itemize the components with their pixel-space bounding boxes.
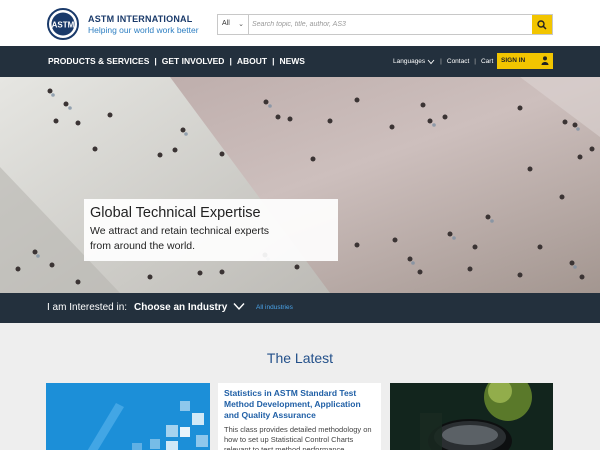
industry-label: I am Interested in: xyxy=(47,302,128,313)
latest-section-title: The Latest xyxy=(266,350,334,366)
chevron-down-icon[interactable] xyxy=(233,302,245,311)
nav-get-involved[interactable]: GET INVOLVED xyxy=(162,56,225,66)
nav-main-links: PRODUCTS & SERVICES | GET INVOLVED | ABO… xyxy=(48,56,305,66)
industry-selector-bar: I am Interested in: Choose an Industry A… xyxy=(0,293,600,323)
logo-name[interactable]: ASTM INTERNATIONAL xyxy=(88,14,192,24)
site-header: ASTM ASTM INTERNATIONAL Helping our worl… xyxy=(0,0,600,46)
nav-about[interactable]: ABOUT xyxy=(237,56,267,66)
industry-dropdown[interactable]: Choose an Industry xyxy=(134,302,227,313)
svg-text:ASTM: ASTM xyxy=(52,21,75,30)
card-image-statistics[interactable] xyxy=(46,383,210,450)
all-industries-link[interactable]: All industries xyxy=(256,304,293,311)
hero-subtitle-line: from around the world. xyxy=(90,240,196,252)
nav-separator: | xyxy=(272,56,275,66)
hero-title: Global Technical Expertise xyxy=(90,205,261,221)
logo-tagline: Helping our world work better xyxy=(88,25,199,35)
card-image-lab[interactable] xyxy=(390,383,553,450)
lab-photo-image xyxy=(390,383,553,450)
nav-separator: | xyxy=(154,56,157,66)
card-title[interactable]: Statistics in ASTM Standard Test Method … xyxy=(224,388,375,421)
languages-menu[interactable]: Languages xyxy=(393,58,425,65)
abstract-blue-image xyxy=(46,383,210,450)
nav-utility-links: Languages | Contact | Cart xyxy=(393,58,493,65)
nav-separator: | xyxy=(440,58,442,65)
search-bar: All ⌄ xyxy=(217,14,553,35)
nav-separator: | xyxy=(474,58,476,65)
nav-separator: | xyxy=(229,56,232,66)
sign-in-button[interactable]: SIGN IN xyxy=(497,53,553,69)
card-statistics[interactable]: Statistics in ASTM Standard Test Method … xyxy=(218,383,381,450)
sign-in-label: SIGN IN xyxy=(501,57,526,64)
hero-subtitle-line: We attract and retain technical experts xyxy=(90,225,269,237)
hero-text-box: Global Technical Expertise We attract an… xyxy=(84,199,338,261)
nav-news[interactable]: NEWS xyxy=(279,56,305,66)
chevron-down-icon xyxy=(427,59,435,64)
search-icon xyxy=(537,19,547,30)
user-icon xyxy=(541,56,549,65)
search-category-value: All xyxy=(222,20,230,27)
hero-banner: Global Technical Expertise We attract an… xyxy=(0,77,600,293)
search-input[interactable] xyxy=(252,17,527,32)
contact-link[interactable]: Contact xyxy=(447,58,469,65)
hero-subtitle: We attract and retain technical experts … xyxy=(90,224,338,254)
cart-link[interactable]: Cart xyxy=(481,58,493,65)
nav-products-services[interactable]: PRODUCTS & SERVICES xyxy=(48,56,149,66)
astm-logo-icon[interactable]: ASTM xyxy=(46,8,80,40)
search-button[interactable] xyxy=(532,15,552,34)
chevron-down-icon: ⌄ xyxy=(238,21,244,28)
search-category-select[interactable]: All ⌄ xyxy=(218,15,249,34)
card-description: This class provides detailed methodology… xyxy=(224,425,372,450)
